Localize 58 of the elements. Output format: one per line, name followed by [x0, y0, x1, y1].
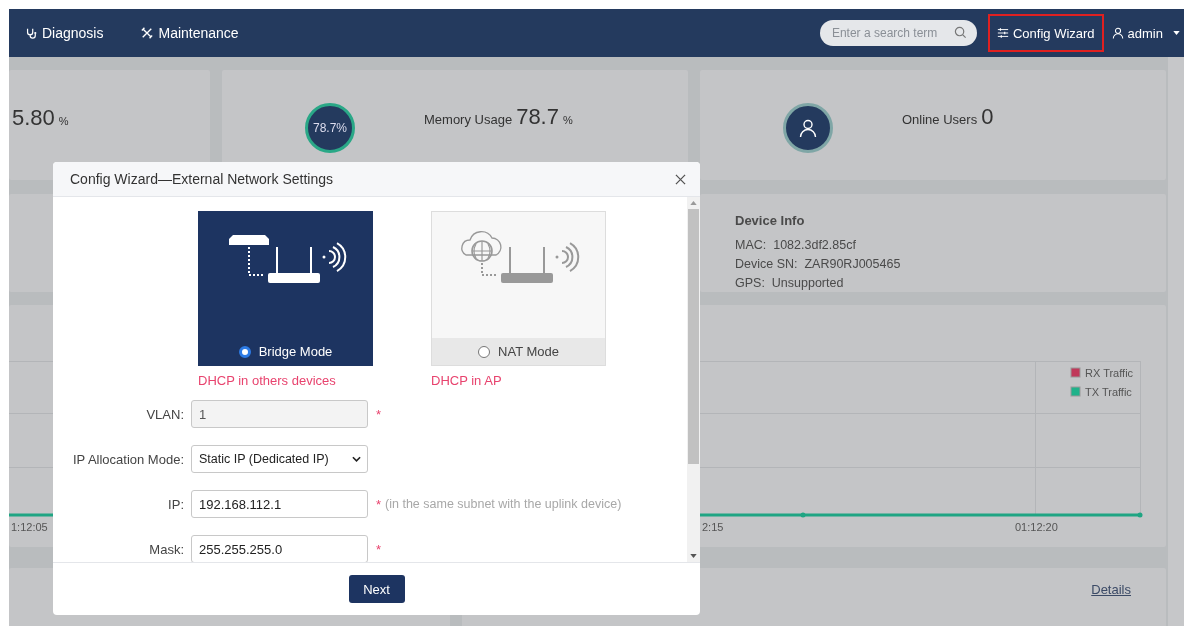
caret-icon: [1173, 31, 1180, 35]
next-button[interactable]: Next: [348, 575, 405, 603]
axis-tick-label: 01:12:20: [1015, 521, 1058, 533]
input-field[interactable]: 255.255.255.0: [191, 535, 368, 562]
input-field[interactable]: 192.168.112.1: [191, 490, 368, 518]
stethoscope-icon: [25, 27, 37, 39]
legend-label[interactable]: RX Traffic: [1085, 367, 1134, 379]
card-title: Device Info: [735, 213, 806, 228]
radio-button[interactable]: [238, 345, 251, 358]
field-hint: (in the same subnet with the uplink device): [385, 497, 622, 511]
info-line: MAC: 1082.3df2.85cf: [735, 237, 857, 254]
info-line: GPS: Unsupported: [735, 275, 845, 292]
field-label: Mask:: [148, 541, 185, 557]
required-mark: *: [376, 496, 382, 512]
field-label: IP Allocation Mode:: [71, 451, 185, 467]
config-wizard-link[interactable]: Config Wizard: [987, 14, 1104, 52]
sliders-icon: [996, 27, 1009, 39]
nav-link[interactable]: Maintenance: [141, 25, 239, 41]
page-scrollbar[interactable]: [1168, 57, 1184, 626]
field-label: VLAN:: [145, 406, 185, 422]
search-icon: [953, 26, 967, 39]
tools-icon: [141, 27, 154, 39]
user-menu[interactable]: admin: [1111, 25, 1180, 41]
stat-value: 0: [981, 104, 994, 130]
allocation-select[interactable]: Static IP (Dedicated IP): [191, 445, 368, 473]
stat-label: Memory Usage: [424, 112, 513, 127]
stat-unit: %: [562, 114, 573, 126]
memory-ring: 78.7%: [305, 103, 355, 153]
info-line: Device SN: ZAR90RJ005465: [735, 256, 902, 273]
close-icon[interactable]: [675, 173, 686, 185]
axis-tick-label: 1:12:05: [11, 521, 48, 533]
search-field[interactable]: Enter a search term: [819, 20, 977, 46]
stat-label: Online Users: [902, 112, 978, 127]
user-icon: [1111, 27, 1124, 39]
mode-option[interactable]: Bridge Mode: [198, 211, 373, 366]
details-link[interactable]: Details: [1091, 582, 1131, 597]
axis-tick-label: 2:15: [702, 521, 724, 533]
scroll-down-icon[interactable]: [690, 554, 697, 558]
scroll-up-icon[interactable]: [690, 201, 697, 205]
mode-label: NAT Mode: [498, 344, 559, 359]
field-label: IP:: [167, 496, 185, 512]
stat-unit: %: [58, 115, 69, 127]
required-mark: *: [376, 406, 382, 422]
scroll-thumb[interactable]: [688, 209, 699, 464]
nav-link[interactable]: Diagnosis: [25, 25, 104, 41]
mode-option[interactable]: NAT Mode: [431, 211, 606, 366]
chevron-down-icon: [352, 456, 361, 462]
stat-value: 5.80: [12, 105, 55, 131]
dialog-title: Config Wizard—External Network Settings: [70, 171, 333, 187]
legend-label[interactable]: TX Traffic: [1085, 386, 1132, 398]
required-mark: *: [376, 541, 382, 557]
mode-note: DHCP in others devices: [198, 373, 337, 388]
user-avatar-icon: [783, 103, 833, 153]
radio-button[interactable]: [478, 345, 491, 358]
dialog-scrollbar[interactable]: [687, 197, 700, 562]
stat-value: 78.7: [516, 104, 559, 130]
mode-note: DHCP in AP: [431, 373, 503, 388]
mode-label: Bridge Mode: [258, 344, 333, 359]
